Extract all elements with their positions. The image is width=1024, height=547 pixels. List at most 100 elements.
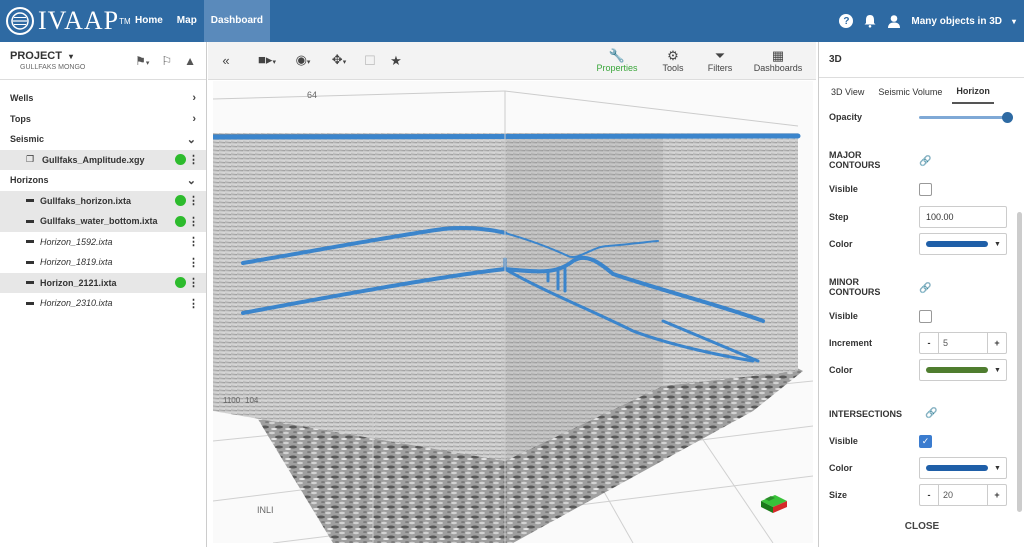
- tab-seismic-volume[interactable]: Seismic Volume: [874, 81, 946, 103]
- decrement-button[interactable]: -: [920, 485, 938, 505]
- increment-button[interactable]: +: [988, 485, 1006, 505]
- collapse-up-icon[interactable]: ▲: [184, 54, 196, 68]
- move-arrows-icon[interactable]: ✥▾: [322, 42, 356, 80]
- 3d-scene[interactable]: 64 1100 104 INLI: [213, 81, 813, 543]
- axis-label-1100: 1100: [223, 396, 241, 405]
- opacity-label: Opacity: [829, 112, 863, 122]
- opacity-slider[interactable]: [919, 116, 1007, 119]
- major-contours-title-line1: MAJOR: [829, 150, 862, 160]
- minor-increment-stepper[interactable]: -5 +: [919, 332, 1007, 354]
- tree-category-seismic[interactable]: Seismic ⌄: [0, 129, 206, 150]
- link-icon[interactable]: 🔗: [919, 156, 931, 167]
- panel-tabs: 3D View Seismic Volume Horizon: [819, 78, 1024, 106]
- int-visible-checkbox[interactable]: ✓: [919, 435, 932, 448]
- visibility-dot-icon[interactable]: [175, 277, 186, 289]
- dashboards-button[interactable]: ▦ Dashboards: [748, 42, 808, 80]
- video-camera-icon[interactable]: ■▸▾: [250, 42, 284, 80]
- kebab-menu-icon[interactable]: ⋮: [188, 153, 199, 166]
- link-icon[interactable]: 🔗: [925, 408, 937, 419]
- minor-increment-value[interactable]: 5: [938, 333, 988, 353]
- tree-item-label: Horizon_2121.ixta: [40, 277, 117, 288]
- tree-category-label: Tops: [10, 113, 31, 124]
- tree-category-horizons[interactable]: Horizons ⌄: [0, 170, 206, 191]
- collapse-left-icon[interactable]: «: [216, 42, 236, 80]
- color-swatch: [926, 367, 988, 373]
- major-step-input[interactable]: 100.00: [919, 206, 1007, 228]
- trash-icon[interactable]: ☐: [360, 42, 380, 80]
- user-menu-label[interactable]: Many objects in 3D: [911, 16, 1002, 27]
- chevron-down-icon[interactable]: ⌄: [187, 174, 196, 187]
- app-logo[interactable]: IVAAP TM: [6, 6, 131, 36]
- tree-category-label: Horizons: [10, 175, 49, 186]
- kebab-menu-icon[interactable]: ⋮: [188, 256, 199, 269]
- tools-button[interactable]: ⚙ Tools: [654, 42, 692, 80]
- int-color-select[interactable]: ▼: [919, 457, 1007, 479]
- tree-item-seismic[interactable]: ❐ Gullfaks_Amplitude.xgy ⋮: [0, 149, 206, 170]
- link-icon[interactable]: 🔗: [919, 283, 931, 294]
- kebab-menu-icon[interactable]: ⋮: [188, 297, 199, 310]
- minor-visible-checkbox[interactable]: [919, 310, 932, 323]
- tree-category-wells[interactable]: Wells ›: [0, 88, 206, 109]
- star-icon[interactable]: ★: [386, 42, 406, 80]
- project-caret-icon[interactable]: ▾: [69, 52, 73, 61]
- user-icon[interactable]: [887, 14, 901, 28]
- visibility-dot-icon[interactable]: [175, 154, 186, 166]
- viewer-toolbar: « ■▸▾ ◉▾ ✥▾ ☐ ★ 🔧 Properties ⚙ Tools ⏷ Filt…: [208, 42, 816, 80]
- help-icon[interactable]: ?: [839, 14, 854, 28]
- minor-contours-title-line1: MINOR: [829, 277, 859, 287]
- chevron-down-icon[interactable]: ⌄: [187, 133, 196, 146]
- opacity-slider-thumb[interactable]: [1002, 112, 1013, 123]
- nav-map[interactable]: Map: [170, 0, 204, 42]
- kebab-menu-icon[interactable]: ⋮: [188, 276, 199, 289]
- tree-item-horizon[interactable]: Horizon_2310.ixta ⋮: [0, 293, 206, 314]
- major-step-label: Step: [829, 212, 849, 222]
- color-swatch: [926, 465, 988, 471]
- chevron-right-icon[interactable]: ›: [192, 113, 196, 125]
- increment-button[interactable]: +: [988, 333, 1006, 353]
- close-button[interactable]: CLOSE: [819, 521, 1024, 532]
- main-nav: Home Map Dashboard: [128, 0, 271, 42]
- tree-category-tops[interactable]: Tops ›: [0, 109, 206, 130]
- properties-button[interactable]: 🔧 Properties: [592, 42, 642, 80]
- camera-icon[interactable]: ◉▾: [286, 42, 320, 80]
- minor-color-select[interactable]: ▼: [919, 359, 1007, 381]
- horizon-line-icon: [26, 240, 34, 244]
- flag-filter-icon[interactable]: ⚐: [161, 54, 172, 68]
- tools-icon: ⚙: [667, 48, 679, 63]
- tree-item-horizon[interactable]: Gullfaks_horizon.ixta ⋮: [0, 190, 206, 211]
- data-tree: Wells › Tops › Seismic ⌄ ❐ Gullfaks_Amplitud…: [0, 80, 206, 314]
- int-color-label: Color: [829, 463, 853, 473]
- nav-dashboard[interactable]: Dashboard: [203, 0, 271, 42]
- decrement-button[interactable]: -: [920, 333, 938, 353]
- top-right-actions: ? Many objects in 3D ▾: [839, 0, 1016, 42]
- tree-item-horizon[interactable]: Horizon_1592.ixta ⋮: [0, 232, 206, 253]
- visibility-dot-icon[interactable]: [175, 215, 186, 227]
- tree-item-label: Gullfaks_water_bottom.ixta: [40, 216, 158, 227]
- int-size-stepper[interactable]: -20 +: [919, 484, 1007, 506]
- major-visible-checkbox[interactable]: [919, 183, 932, 196]
- project-tools: ⚑▾ ⚐ ▲: [135, 54, 196, 68]
- intersections-title: INTERSECTIONS: [829, 409, 903, 419]
- tree-item-horizon[interactable]: Horizon_2121.ixta ⋮: [0, 272, 206, 293]
- tab-horizon[interactable]: Horizon: [952, 80, 994, 104]
- kebab-menu-icon[interactable]: ⋮: [188, 194, 199, 207]
- tree-item-horizon[interactable]: Gullfaks_water_bottom.ixta ⋮: [0, 211, 206, 232]
- panel-scrollbar[interactable]: [1017, 212, 1022, 512]
- 3d-viewport[interactable]: 64 1100 104 INLI: [213, 81, 813, 543]
- orientation-cube-icon[interactable]: [761, 495, 787, 513]
- chevron-right-icon[interactable]: ›: [192, 92, 196, 104]
- axis-label-inline: INLI: [257, 505, 274, 515]
- user-menu-caret-icon[interactable]: ▾: [1012, 17, 1016, 26]
- top-bar: IVAAP TM Home Map Dashboard ? Many object…: [0, 0, 1024, 42]
- kebab-menu-icon[interactable]: ⋮: [188, 235, 199, 248]
- bell-icon[interactable]: [863, 14, 877, 28]
- int-size-value[interactable]: 20: [938, 485, 988, 505]
- filters-button[interactable]: ⏷ Filters: [700, 42, 740, 80]
- major-color-select[interactable]: ▼: [919, 233, 1007, 255]
- nav-home[interactable]: Home: [128, 0, 170, 42]
- kebab-menu-icon[interactable]: ⋮: [188, 215, 199, 228]
- visibility-dot-icon[interactable]: [175, 195, 186, 207]
- tree-item-horizon[interactable]: Horizon_1819.ixta ⋮: [0, 252, 206, 273]
- tab-3d-view[interactable]: 3D View: [827, 81, 868, 103]
- tag-icon[interactable]: ⚑▾: [135, 54, 149, 68]
